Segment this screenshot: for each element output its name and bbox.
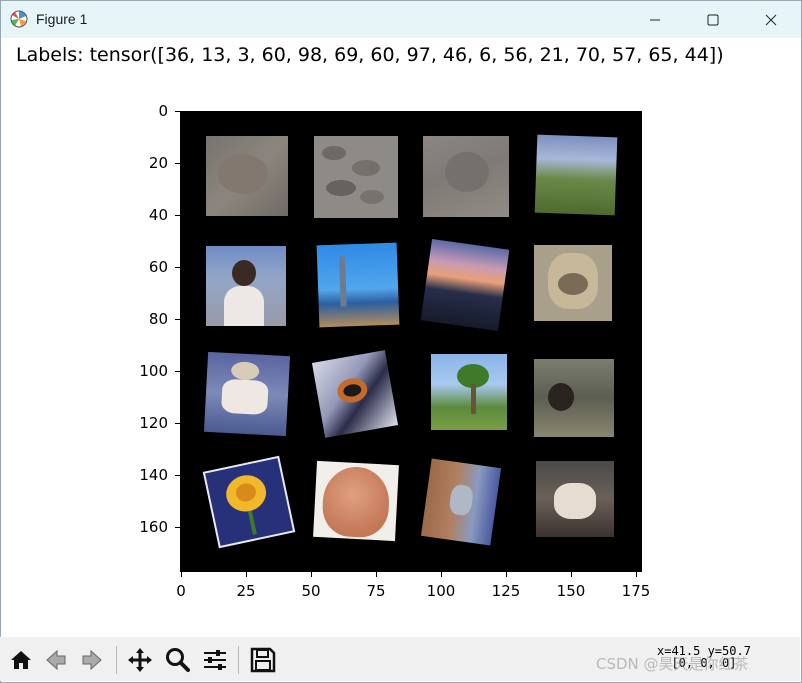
minimize-button[interactable] (632, 1, 678, 38)
x-tick-mark (506, 572, 507, 577)
x-tick-label: 100 (426, 582, 456, 600)
y-tick-label: 20 (148, 154, 168, 172)
y-tick-label: 60 (148, 258, 168, 276)
x-tick-mark (376, 572, 377, 577)
x-tick-label: 25 (236, 582, 256, 600)
y-tick-mark (175, 163, 180, 164)
image-tile (420, 238, 510, 332)
image-tile (534, 359, 614, 437)
x-tick-label: 125 (491, 582, 521, 600)
image-tile (534, 134, 618, 216)
image-axes[interactable] (180, 111, 642, 572)
image-tile (206, 246, 286, 326)
pan-button[interactable] (124, 644, 156, 676)
image-tile (313, 460, 399, 542)
configure-subplots-button[interactable] (199, 644, 231, 676)
back-button[interactable] (40, 644, 72, 676)
save-icon (250, 647, 276, 673)
image-tile (423, 136, 509, 217)
x-tick-mark (571, 572, 572, 577)
image-tile (202, 455, 296, 549)
y-tick-mark (175, 111, 180, 112)
y-tick-mark (175, 267, 180, 268)
image-tile (314, 136, 398, 218)
zoom-icon (166, 648, 190, 672)
x-tick-label: 150 (556, 582, 586, 600)
image-tile (534, 245, 612, 321)
home-button[interactable] (5, 644, 37, 676)
title-bar[interactable]: Figure 1 (1, 1, 801, 38)
y-tick-mark (175, 527, 180, 528)
x-tick-label: 0 (176, 582, 186, 600)
y-tick-label: 140 (139, 466, 168, 484)
y-tick-mark (175, 319, 180, 320)
y-tick-label: 160 (139, 518, 168, 536)
figure-suptitle: Labels: tensor([36, 13, 3, 60, 98, 69, 6… (16, 44, 724, 66)
save-button[interactable] (247, 644, 279, 676)
pan-icon (128, 648, 152, 672)
forward-icon (82, 649, 102, 671)
x-tick-mark (246, 572, 247, 577)
image-tile (316, 242, 400, 328)
forward-button[interactable] (76, 644, 108, 676)
y-tick-label: 120 (139, 414, 168, 432)
y-tick-mark (175, 475, 180, 476)
image-tile (203, 351, 291, 437)
x-tick-label: 75 (366, 582, 386, 600)
y-tick-label: 0 (158, 102, 168, 120)
back-icon (46, 649, 66, 671)
toolbar-separator (116, 646, 117, 674)
x-tick-mark (441, 572, 442, 577)
x-tick-mark (311, 572, 312, 577)
window-title: Figure 1 (36, 11, 88, 27)
y-tick-mark (175, 371, 180, 372)
x-tick-label: 50 (301, 582, 321, 600)
home-icon (11, 651, 31, 669)
image-tile (311, 350, 399, 438)
zoom-button[interactable] (162, 644, 194, 676)
watermark: CSDN @昊天是你红茶 (596, 655, 749, 673)
image-tile (536, 461, 614, 537)
close-button[interactable] (748, 1, 794, 38)
image-tile (431, 354, 507, 430)
minimize-icon (650, 19, 660, 20)
y-tick-label: 100 (139, 362, 168, 380)
y-tick-label: 80 (148, 310, 168, 328)
image-tile (420, 458, 502, 546)
maximize-icon (707, 14, 719, 25)
x-tick-label: 175 (621, 582, 651, 600)
toolbar-separator (238, 646, 239, 674)
y-tick-label: 40 (148, 206, 168, 224)
x-tick-mark (636, 572, 637, 577)
y-tick-mark (175, 215, 180, 216)
image-tile (206, 136, 288, 216)
configure-subplots-icon (204, 650, 226, 670)
x-tick-mark (181, 572, 182, 577)
y-tick-mark (175, 423, 180, 424)
maximize-button[interactable] (690, 1, 736, 38)
matplotlib-logo-icon (10, 10, 28, 28)
close-icon (765, 14, 777, 25)
